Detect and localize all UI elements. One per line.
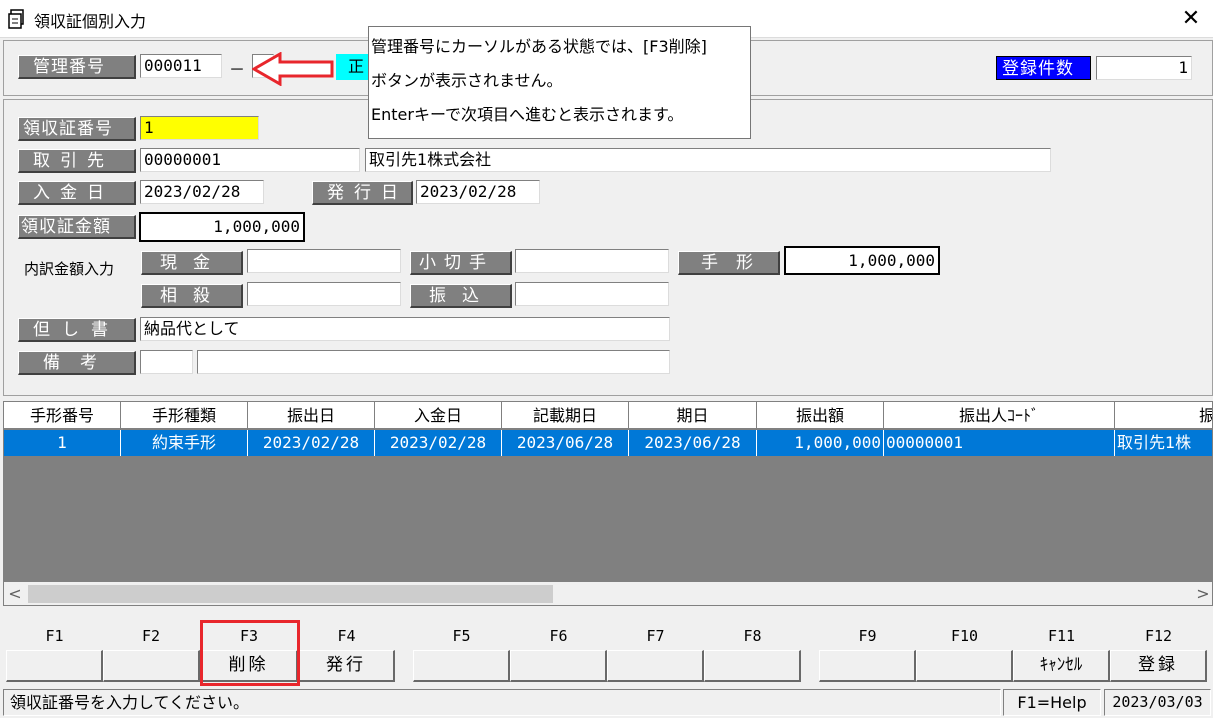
horizontal-scrollbar[interactable]: < > [4,582,1212,605]
fkey-number: F8 [743,627,762,645]
close-icon[interactable]: ✕ [1169,0,1213,38]
grid-header-cell[interactable]: 手形種類 [121,402,248,429]
grid-header-cell[interactable]: 振出額 [757,402,884,429]
offset-input[interactable] [247,282,401,306]
remark-code-input[interactable] [140,350,193,374]
transfer-label: 振込 [410,284,512,308]
deposit-date-label: 入金日 [18,181,136,205]
issue-button[interactable]: 発行 [298,650,395,682]
bill-grid: 手形番号 手形種類 振出日 入金日 記載期日 期日 振出額 振出人ｺｰﾄﾞ 振 … [3,401,1213,606]
amount-label: 領収証金額 [18,215,136,239]
fkey-number: F9 [858,627,877,645]
cash-label: 現金 [141,251,243,275]
partner-label: 取引先 [18,149,136,173]
grid-header-cell[interactable]: 手形番号 [4,402,121,429]
cash-input[interactable] [247,249,401,273]
f10-button[interactable] [916,650,1013,682]
grid-cell: 2023/02/28 [375,430,502,456]
deposit-date-input[interactable]: 2023/02/28 [140,180,264,204]
grid-cell: 1 [4,430,121,456]
grid-cell: 約束手形 [121,430,248,456]
grid-header-cell[interactable]: 記載期日 [502,402,629,429]
grid-cell: 1,000,000 [757,430,884,456]
remark-label: 備考 [18,351,136,375]
tooltip-line: ボタンが表示されません。 [371,71,563,90]
grid-cell: 2023/06/28 [502,430,629,456]
f7-button[interactable] [607,650,704,682]
partner-code-input[interactable]: 00000001 [140,148,360,172]
count-value: 1 [1096,56,1192,80]
grid-header-cell[interactable]: 入金日 [375,402,502,429]
check-input[interactable] [515,249,669,273]
kanri-label: 管理番号 [18,55,136,79]
fkey-number: F11 [1047,627,1076,645]
fkey-number: F6 [549,627,568,645]
f8-button[interactable] [704,650,801,682]
kanri-input[interactable]: 000011 [140,54,222,78]
grid-cell: 2023/02/28 [248,430,375,456]
transfer-input[interactable] [515,282,669,306]
issue-date-input[interactable]: 2023/02/28 [416,180,540,204]
fkey-number: F12 [1144,627,1173,645]
receipt-no-input[interactable]: 1 [140,116,259,140]
grid-header-cell[interactable]: 振出人ｺｰﾄﾞ [884,402,1115,429]
check-label: 小切手 [410,251,512,275]
count-label: 登録件数 [996,56,1091,80]
note-label: 但し書 [18,318,136,342]
amount-input[interactable]: 1,000,000 [139,212,305,242]
offset-label: 相殺 [141,284,243,308]
fkey-number: F2 [141,627,161,645]
note-input[interactable]: 納品代として [140,317,670,341]
tooltip-line: Enterキーで次項目へ進むと表示されます。 [371,105,684,124]
annotation-tooltip: 管理番号にカーソルがある状態では、[F3削除] ボタンが表示されません。 Ent… [368,26,751,139]
grid-cell: 取引先1株 [1117,433,1192,452]
annotation-highlight-box [200,620,300,686]
grid-header-cell[interactable]: 振出日 [248,402,375,429]
partner-name-field[interactable]: 取引先1株式会社 [365,148,1051,172]
grid-header: 手形番号 手形種類 振出日 入金日 記載期日 期日 振出額 振出人ｺｰﾄﾞ 振 [4,402,1212,429]
f6-button[interactable] [510,650,607,682]
scroll-thumb[interactable] [28,585,553,603]
f2-button[interactable] [103,650,200,682]
table-row[interactable]: 1 約束手形 2023/02/28 2023/02/28 2023/06/28 … [4,430,1212,456]
receipt-no-label: 領収証番号 [18,117,136,141]
fkey-number: F10 [950,627,979,645]
remark-input[interactable] [197,350,670,374]
fkey-number: F4 [337,627,356,645]
register-button[interactable]: 登録 [1110,650,1207,682]
f5-button[interactable] [413,650,510,682]
grid-cell: 2023/06/28 [629,430,757,456]
bill-label: 手形 [678,251,780,275]
issue-date-label: 発行日 [312,181,413,205]
window-title: 領収証個別入力 [34,12,147,31]
grid-header-cell[interactable]: 期日 [629,402,757,429]
breakdown-label: 内訳金額入力 [24,260,115,278]
grid-cell: 00000001 [884,430,1115,456]
fkey-number: F7 [646,627,665,645]
status-date: 2023/03/03 [1104,689,1211,716]
f9-button[interactable] [819,650,916,682]
scroll-left-icon[interactable]: < [4,582,26,605]
grid-header-cell[interactable]: 振 [1115,402,1212,429]
app-icon [8,9,24,29]
bill-input[interactable]: 1,000,000 [784,246,940,275]
tooltip-line: 管理番号にカーソルがある状態では、[F3削除] [371,37,707,56]
status-message: 領収証番号を入力してください。 [3,689,1001,716]
fkey-number: F1 [45,627,64,645]
fkey-number: F5 [452,627,471,645]
scroll-right-icon[interactable]: > [1192,582,1212,605]
f1-button[interactable] [6,650,103,682]
cancel-button[interactable]: ｷｬﾝｾﾙ [1013,650,1110,682]
kanri-dash: － [229,60,246,79]
arrow-left-icon [252,52,334,86]
status-help: F1=Help [1003,689,1101,716]
